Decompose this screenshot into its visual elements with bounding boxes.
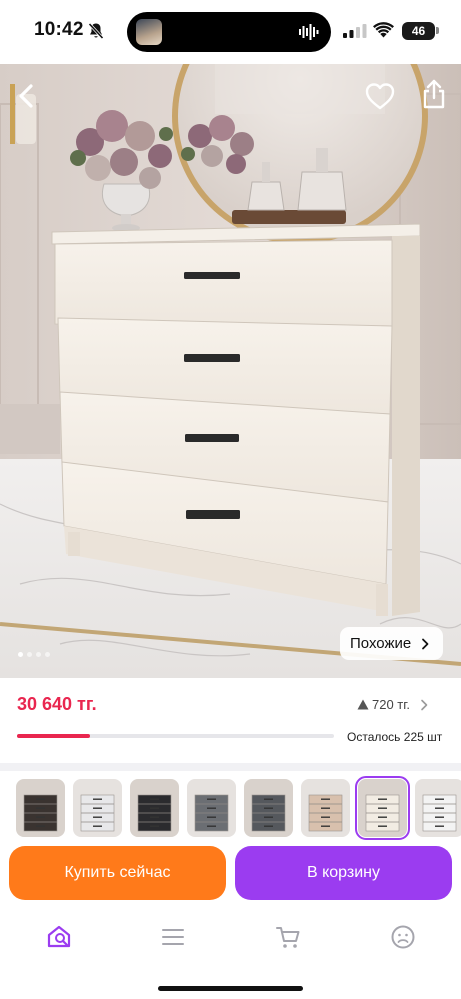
add-to-cart-button[interactable]: В корзину: [235, 846, 452, 900]
variant-thumbnail[interactable]: [130, 779, 179, 837]
back-button[interactable]: [12, 81, 42, 111]
stock-progress: [17, 734, 334, 738]
variant-image: [244, 779, 293, 837]
battery-indicator: 46: [402, 22, 435, 40]
variant-thumbnail[interactable]: [16, 779, 65, 837]
cart-icon[interactable]: [274, 923, 302, 951]
pagination-dot: [27, 652, 32, 657]
stock-progress-fill: [17, 734, 90, 738]
price-section: 30 640 тг. 720 тг. Осталось 225 шт: [0, 678, 461, 763]
chevron-right-icon: [422, 638, 429, 649]
variant-thumbnail[interactable]: [415, 779, 461, 837]
price-current: 30 640 тг.: [17, 694, 97, 714]
dynamic-island[interactable]: [127, 12, 331, 52]
variant-thumbnail[interactable]: [73, 779, 122, 837]
menu-icon[interactable]: [159, 923, 187, 951]
now-playing-artwork: [136, 19, 162, 45]
variant-image: [187, 779, 236, 837]
pagination-dot: [18, 652, 23, 657]
product-photo: [0, 64, 461, 678]
battery-tip: [436, 27, 439, 34]
variant-strip[interactable]: [0, 771, 461, 841]
variant-thumbnail[interactable]: [244, 779, 293, 837]
variant-thumbnail[interactable]: [355, 776, 410, 840]
variant-image: [130, 779, 179, 837]
chevron-right-icon: [421, 699, 428, 710]
variant-image: [73, 779, 122, 837]
price-drop[interactable]: 720 тг.: [357, 697, 428, 712]
home-indicator: [158, 986, 303, 991]
pagination-dot: [45, 652, 50, 657]
similar-label: Похожие: [350, 635, 412, 652]
variant-image: [358, 779, 407, 837]
gallery-pagination: [18, 650, 62, 660]
pagination-dot: [36, 652, 41, 657]
variant-thumbnail[interactable]: [187, 779, 236, 837]
buy-now-button[interactable]: Купить сейчас: [9, 846, 226, 900]
status-bar: 10:42 46: [0, 0, 461, 64]
product-gallery[interactable]: Похожие: [0, 64, 461, 678]
price-drop-value: 720 тг.: [372, 697, 411, 712]
similar-button[interactable]: Похожие: [340, 627, 444, 660]
wifi-icon: [373, 22, 394, 38]
variant-thumbnail[interactable]: [301, 779, 350, 837]
home-search-icon[interactable]: [45, 923, 73, 951]
profile-icon[interactable]: [389, 923, 417, 951]
section-divider: [0, 763, 461, 771]
bell-off-icon: [88, 22, 104, 40]
tab-bar: [0, 908, 461, 999]
triangle-up-icon: [357, 699, 369, 710]
audio-wave-icon: [299, 24, 319, 40]
favorite-button[interactable]: [364, 81, 396, 111]
status-time: 10:42: [34, 19, 84, 40]
stock-remaining: Осталось 225 шт: [347, 730, 443, 744]
share-button[interactable]: [420, 78, 448, 110]
variant-image: [16, 779, 65, 837]
variant-image: [415, 779, 461, 837]
variant-image: [301, 779, 350, 837]
signal-icon: [343, 24, 367, 38]
